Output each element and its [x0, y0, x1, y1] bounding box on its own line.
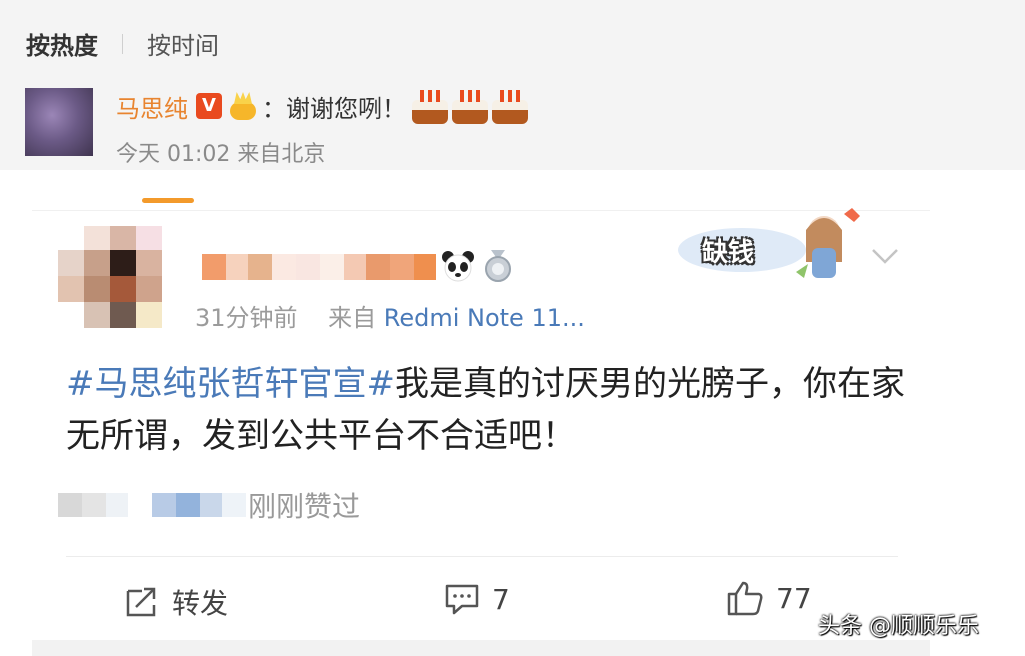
blurred-username[interactable]: [202, 254, 436, 280]
medal-icon: [483, 250, 513, 282]
decor-sticker: 缺钱: [676, 206, 864, 284]
post-time: 31分钟前: [195, 304, 298, 332]
comment-count: 7: [492, 582, 510, 616]
blurred-avatar[interactable]: [58, 214, 162, 332]
divider: [122, 33, 123, 54]
post-source-prefix: 来自: [328, 304, 377, 332]
crown-icon: [228, 92, 258, 120]
cake-icon: [412, 88, 448, 124]
liked-text: 刚刚赞过: [248, 490, 361, 523]
panda-icon: [441, 250, 475, 282]
reply-preview-panel: 按热度 按时间 马思纯 V ：谢谢您咧！ 今天 01:02 来自北京: [0, 0, 1025, 170]
cake-emoji-group: [412, 88, 532, 124]
comment-icon: [445, 584, 479, 615]
reply-author-name[interactable]: 马思纯: [116, 89, 188, 124]
comment-button[interactable]: 7: [444, 582, 510, 616]
reply-meta: 今天 01:02 来自北京: [116, 142, 326, 167]
share-icon: [126, 587, 156, 617]
reply-line: 马思纯 V ：谢谢您咧！: [116, 88, 532, 124]
like-count: 77: [776, 581, 812, 615]
chevron-down-icon[interactable]: [870, 244, 900, 268]
watermark: 头条 @顺顺乐乐: [818, 614, 979, 639]
post-device-link[interactable]: Redmi Note 11...: [384, 304, 585, 332]
post-meta: 31分钟前 来自 Redmi Note 11...: [195, 298, 585, 333]
cake-icon: [452, 88, 488, 124]
sort-by-hot-tab[interactable]: 按热度: [26, 26, 98, 61]
sort-tabs: 按热度 按时间: [26, 26, 219, 61]
bottom-separator: [32, 640, 930, 656]
verified-v-icon: V: [196, 93, 222, 119]
repost-label: 转发: [172, 587, 229, 620]
decor-sticker-text: 缺钱: [702, 238, 755, 268]
divider: [66, 556, 898, 557]
repost-button[interactable]: 转发: [124, 582, 228, 622]
hashtag-link[interactable]: #马思纯张哲轩官宣#: [66, 364, 395, 404]
post-body: #马思纯张哲轩官宣#我是真的讨厌男的光膀子，你在家无所谓，发到公共平台不合适吧！: [66, 358, 926, 462]
reply-text: ：谢谢您咧！: [262, 94, 406, 123]
cake-icon: [492, 88, 528, 124]
avatar[interactable]: [25, 88, 93, 156]
thumbs-up-icon: [727, 581, 763, 616]
sort-by-time-tab[interactable]: 按时间: [147, 26, 219, 61]
like-button[interactable]: 77: [726, 580, 812, 616]
tab-indicator: [142, 198, 194, 203]
liked-by-row[interactable]: 刚刚赞过: [58, 490, 360, 523]
